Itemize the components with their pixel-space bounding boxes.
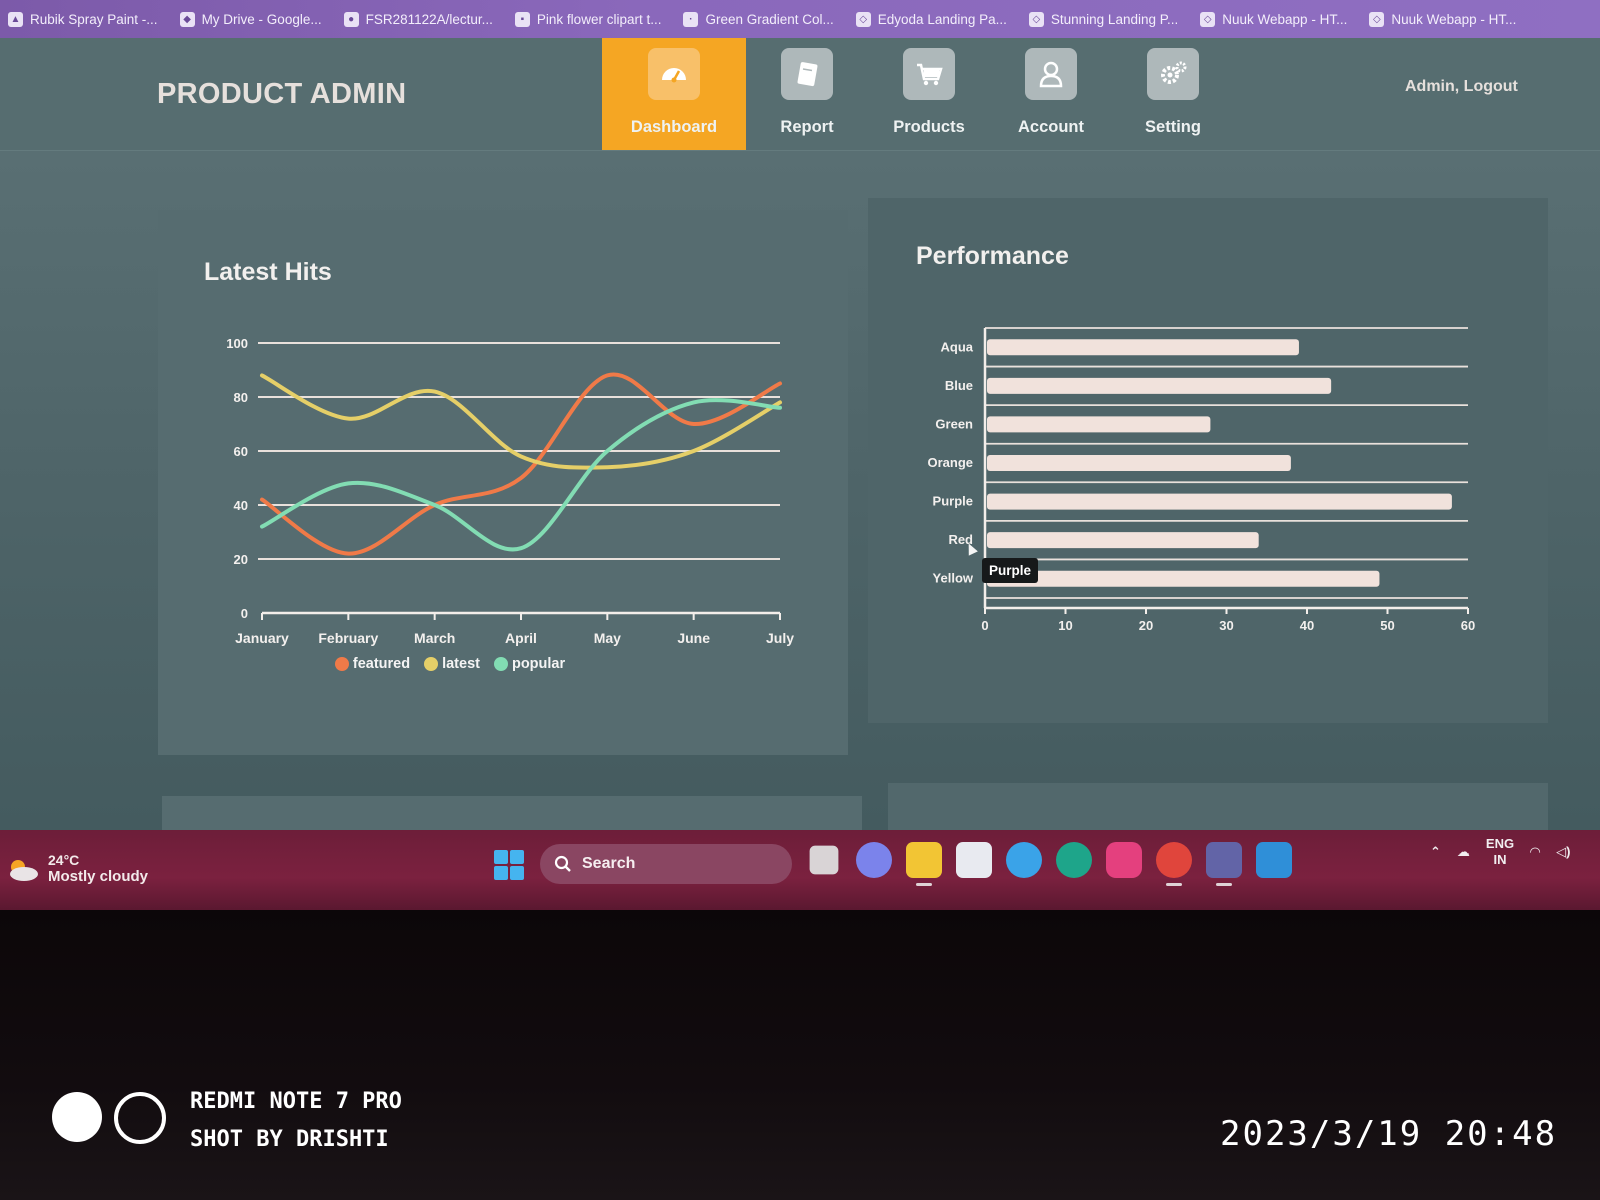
bookmark-item[interactable]: ▪ Pink flower clipart t... — [514, 11, 661, 27]
region-code: IN — [1493, 852, 1507, 867]
camera-credit: SHOT BY DRISHTI — [190, 1127, 389, 1152]
x-tick-label: 60 — [1461, 618, 1475, 633]
edge-icon[interactable] — [1056, 842, 1092, 878]
legend-item-latest[interactable]: latest — [424, 656, 480, 672]
windows-logo-tile — [494, 866, 508, 880]
y-category-label: Blue — [945, 378, 973, 393]
legend-item-popular[interactable]: popular — [493, 656, 565, 672]
photo-timestamp: 2023/3/19 20:48 — [1220, 1114, 1558, 1154]
bookmark-item[interactable]: ◆ My Drive - Google... — [179, 11, 322, 27]
search-icon — [554, 855, 571, 872]
weather-condition: Mostly cloudy — [48, 868, 149, 885]
bar-blue — [987, 377, 1332, 394]
camera-ring-icon — [114, 1092, 166, 1144]
internet-icon[interactable] — [1006, 842, 1042, 878]
bookmark-item[interactable]: ▲ Rubik Spray Paint -... — [8, 11, 158, 27]
start-button[interactable] — [494, 850, 524, 880]
x-tick-label: 50 — [1380, 618, 1394, 633]
legend-swatch — [334, 657, 349, 671]
bar-chart-svg: AquaBlueGreenOrangePurpleRedYellow0 10 20 3… — [927, 327, 1475, 633]
search-label: Search — [582, 855, 636, 872]
legend-item-featured[interactable]: featured — [334, 656, 410, 672]
camera-watermark: REDMI NOTE 7 PRO SHOT BY DRISHTI — [190, 1083, 402, 1159]
language-code: ENG — [1485, 836, 1515, 851]
chevron-up-icon[interactable]: ⌃ — [1430, 844, 1441, 860]
instagram-icon[interactable] — [1106, 842, 1142, 878]
dot-icon: · — [683, 11, 699, 27]
volume-icon[interactable]: ◁) — [1556, 844, 1570, 860]
y-category-label: Aqua — [941, 339, 974, 354]
windows-logo-tile — [494, 850, 508, 864]
bar-green — [987, 416, 1211, 433]
x-tick-label: 40 — [1300, 618, 1314, 633]
language-indicator[interactable]: ENG IN — [1486, 836, 1514, 868]
codepen-icon: ◇ — [1200, 11, 1216, 27]
admin-app: PRODUCT ADMIN Dashboard Report Products — [0, 38, 1600, 863]
y-category-label: Orange — [927, 455, 973, 470]
github-icon: ● — [343, 11, 359, 27]
bookmarks-bar: ▲ Rubik Spray Paint -... ◆ My Drive - Goog… — [0, 0, 1600, 38]
performance-chart: Aqua Blue Green Orange Purple Red Yellow 0 10 20 3… — [0, 38, 1600, 863]
bar-aqua — [987, 339, 1299, 356]
vscode-icon[interactable] — [1256, 842, 1292, 878]
windows-logo-tile — [510, 866, 524, 880]
y-category-label: Purple — [933, 494, 973, 509]
drive-icon: ◆ — [179, 11, 195, 27]
onedrive-cloud-icon[interactable]: ☁ — [1457, 844, 1470, 860]
taskbar-search[interactable]: Search — [540, 844, 792, 884]
store-icon[interactable] — [956, 842, 992, 878]
system-tray: ⌃ ☁ ENG IN ◠ ◁) — [1430, 836, 1570, 868]
x-tick-label: 0 — [981, 618, 988, 633]
bookmark-item[interactable]: ◇ Nuuk Webapp - HT... — [1200, 11, 1347, 27]
weather-widget[interactable]: 24°C Mostly cloudy — [6, 852, 148, 885]
legend-swatch — [493, 657, 508, 671]
paint-icon: ▲ — [8, 11, 23, 27]
x-tick-label: 10 — [1058, 618, 1072, 633]
windows-logo-tile — [510, 850, 524, 864]
os-taskbar: 24°C Mostly cloudy Search ⌃ ☁ ENG IN ◠ ◁… — [0, 830, 1600, 910]
bar-orange — [987, 455, 1291, 471]
bar-red — [987, 532, 1259, 549]
bookmark-item[interactable]: · Green Gradient Col... — [683, 11, 834, 27]
camera-dot-icon — [52, 1092, 102, 1142]
chrome-icon[interactable] — [1156, 842, 1192, 886]
x-tick-label: 20 — [1139, 618, 1153, 633]
camera-model: REDMI NOTE 7 PRO — [190, 1089, 402, 1114]
y-category-label: Green — [935, 416, 973, 431]
teams-icon[interactable] — [1206, 842, 1242, 886]
codepen-icon: ◇ — [855, 11, 871, 27]
chart-legend: featured latest popular — [250, 656, 650, 672]
wifi-icon[interactable]: ◠ — [1530, 844, 1540, 860]
y-category-label: Yellow — [933, 571, 974, 586]
bookmark-item[interactable]: ◇ Nuuk Webapp - HT... — [1369, 11, 1516, 27]
codepen-icon: ◇ — [1028, 11, 1044, 27]
chat-icon[interactable] — [856, 842, 892, 878]
bookmark-item[interactable]: ◇ Stunning Landing P... — [1028, 11, 1178, 27]
chart-tooltip: Purple — [982, 558, 1039, 583]
bar-yellow — [987, 570, 1380, 587]
bookmark-item[interactable]: ◇ Edyoda Landing Pa... — [855, 11, 1007, 27]
legend-swatch — [424, 657, 439, 671]
task-view-icon[interactable] — [809, 845, 839, 875]
file-explorer-icon[interactable] — [906, 842, 942, 886]
page-icon: ▪ — [514, 11, 530, 27]
bar-purple — [987, 493, 1452, 510]
bookmark-item[interactable]: ● FSR281122A/lectur... — [343, 11, 493, 27]
x-tick-label: 30 — [1219, 618, 1233, 633]
cloud-sun-icon — [6, 857, 40, 881]
weather-temperature: 24°C — [48, 852, 80, 868]
codepen-icon: ◇ — [1369, 11, 1385, 27]
taskbar-apps — [806, 842, 1292, 886]
